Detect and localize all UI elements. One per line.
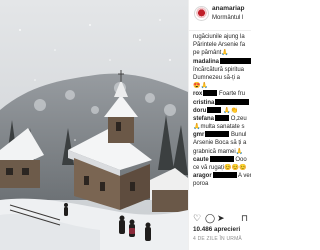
comment-username[interactable]: aragor — [193, 173, 212, 179]
comment-username[interactable]: madalina — [193, 59, 219, 65]
comment-username[interactable]: cristina — [193, 100, 214, 106]
post-header: anamariap Mormântul l — [189, 0, 251, 31]
comment-line: doru 🙏👏 — [193, 106, 251, 115]
share-icon[interactable]: ➤ — [217, 213, 225, 223]
redaction-bar — [205, 131, 230, 138]
comment-text: încărcătură spiritua — [193, 66, 245, 73]
comment-text: rugăciunile ajung la — [193, 34, 245, 40]
comment-line: rugăciunile ajung la — [193, 33, 251, 41]
post-date: 4 DE ZILE ÎN URMĂ — [193, 236, 242, 242]
post-photo — [0, 0, 188, 250]
comment-line: poroa — [193, 180, 251, 188]
redaction-bar — [215, 98, 250, 105]
comment-text: 😍🙏 — [193, 83, 208, 90]
comment-line: 😍🙏 — [193, 82, 251, 90]
comment-line: Arsenie Boca să ți a — [193, 139, 251, 147]
redaction-bar — [207, 106, 222, 113]
comment-username[interactable]: stefana — [193, 116, 214, 122]
heart-icon[interactable]: ♡ — [193, 213, 201, 223]
likes-count[interactable]: 10.486 aprecieri — [193, 226, 240, 233]
comment-line: madalina — [193, 57, 251, 66]
comment-username[interactable]: doru — [193, 108, 206, 114]
redaction-bar — [203, 90, 218, 97]
comment-line: gmr Bunul — [193, 131, 251, 139]
comment-line: ce vă rugați😊😊😊 — [193, 164, 251, 172]
comment-text: pe pământ🙏 — [193, 50, 229, 57]
post-actions: ♡ ◯ ➤ ⊓ — [193, 213, 251, 225]
redaction-bar — [215, 114, 230, 121]
comment-text: Arsenie Boca să ți a — [193, 140, 247, 147]
comment-line: grabnică mamei🙏 — [193, 148, 251, 156]
comment-text: Bunul — [231, 132, 247, 139]
comment-text: 🙏👏 — [223, 107, 238, 114]
comment-text: 🙏multa sanatate s — [193, 124, 245, 131]
comment-text: Dumnezeu să-ți a — [193, 74, 241, 81]
comment-text: O,zeu — [230, 115, 247, 122]
post-username[interactable]: anamariap — [212, 5, 245, 12]
comment-line: stefana O,zeu — [193, 114, 251, 123]
comment-line: caute Ooo — [193, 155, 251, 164]
bookmark-icon[interactable]: ⊓ — [241, 213, 248, 223]
post-location[interactable]: Mormântul l — [212, 15, 243, 21]
comment-line: cristina — [193, 98, 251, 107]
comment-username[interactable]: caute — [193, 157, 209, 163]
redaction-bar — [220, 57, 251, 64]
comment-icon[interactable]: ◯ — [205, 213, 215, 223]
comments-panel: anamariap Mormântul l rugăciunile ajung … — [188, 0, 251, 250]
comment-line: 🙏multa sanatate s — [193, 123, 251, 131]
comment-text: Ooo — [235, 156, 247, 163]
comment-line: Dumnezeu să-ți a — [193, 74, 251, 82]
comment-line: rox Foarte fru — [193, 90, 251, 98]
comment-username[interactable]: rox — [193, 91, 202, 97]
comment-text: ce vă rugați😊😊😊 — [193, 165, 247, 171]
comment-line: Părintele Arsenie fa — [193, 41, 251, 49]
comment-username[interactable]: gmr — [193, 132, 204, 138]
comment-text: Foarte fru — [219, 91, 246, 98]
comment-text: poroa — [193, 181, 209, 188]
comment-text: grabnică mamei🙏 — [193, 148, 244, 155]
comment-list: rugăciunile ajung la Părintele Arsenie fa… — [193, 33, 251, 189]
comment-line: pe pământ🙏 — [193, 49, 251, 57]
comment-text: Părintele Arsenie fa — [193, 42, 246, 49]
comment-line: încărcătură spiritua — [193, 66, 251, 74]
comment-text: A venit — [238, 173, 251, 180]
comment-line: aragor A venit — [193, 172, 251, 180]
redaction-bar — [209, 155, 234, 162]
redaction-bar — [212, 172, 237, 179]
avatar[interactable] — [194, 6, 209, 21]
